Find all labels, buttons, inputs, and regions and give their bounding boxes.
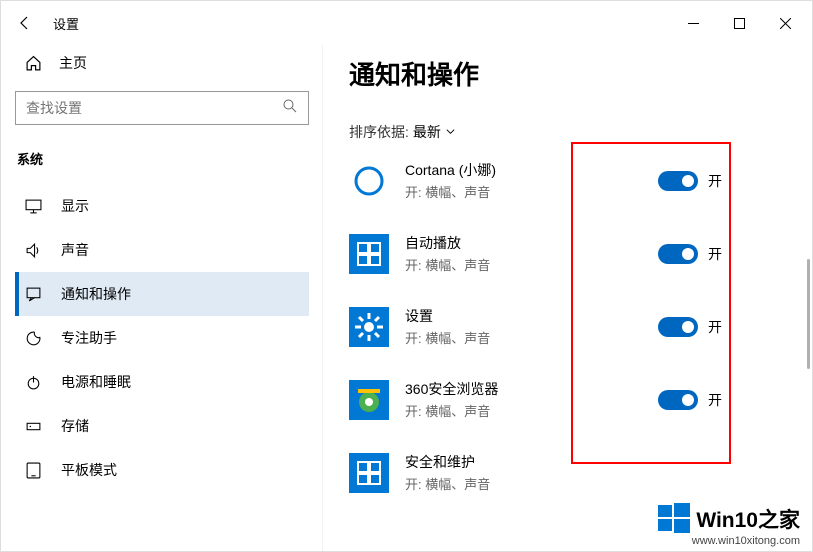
watermark-brand: Win10之家 [696, 504, 800, 534]
security-icon [349, 453, 389, 493]
app-sub: 开: 横幅、声音 [405, 255, 658, 274]
toggle-label: 开 [708, 244, 722, 264]
home-icon [23, 55, 43, 72]
storage-icon [23, 418, 43, 435]
page-heading: 通知和操作 [349, 55, 812, 92]
app-sub: 开: 横幅、声音 [405, 474, 812, 493]
focus-icon [23, 330, 43, 347]
nav-item-tablet[interactable]: 平板模式 [15, 448, 309, 492]
app-sub: 开: 横幅、声音 [405, 182, 658, 201]
app-name: Cortana (小娜) [405, 160, 658, 180]
autoplay-icon [349, 234, 389, 274]
toggle-switch[interactable] [658, 317, 698, 337]
scrollbar[interactable] [807, 259, 810, 369]
toggle-switch[interactable] [658, 171, 698, 191]
browser-360-icon [349, 380, 389, 420]
minimize-button[interactable] [670, 7, 716, 39]
sort-label: 排序依据: [349, 122, 409, 142]
app-row[interactable]: 设置 开: 横幅、声音 开 [349, 306, 812, 347]
notifications-icon [23, 286, 43, 303]
nav-item-notifications[interactable]: 通知和操作 [15, 272, 309, 316]
nav-label: 通知和操作 [61, 284, 131, 304]
nav-label: 声音 [61, 240, 89, 260]
maximize-button[interactable] [716, 7, 762, 39]
app-sub: 开: 横幅、声音 [405, 401, 658, 420]
watermark: Win10之家 www.win10xitong.com [658, 503, 800, 547]
toggle-label: 开 [708, 390, 722, 410]
app-row[interactable]: Cortana (小娜) 开: 横幅、声音 开 [349, 160, 812, 201]
nav-item-display[interactable]: 显示 [15, 184, 309, 228]
nav-label: 平板模式 [61, 460, 117, 480]
nav-label: 存储 [61, 416, 89, 436]
app-notifications-list: Cortana (小娜) 开: 横幅、声音 开 自动播放 开: 横幅、声音 [349, 160, 812, 493]
nav-item-focus[interactable]: 专注助手 [15, 316, 309, 360]
app-name: 360安全浏览器 [405, 379, 658, 399]
home-link[interactable]: 主页 [15, 45, 309, 81]
settings-icon [349, 307, 389, 347]
sound-icon [23, 242, 43, 259]
app-sub: 开: 横幅、声音 [405, 328, 658, 347]
nav-label: 显示 [61, 196, 89, 216]
nav-item-sound[interactable]: 声音 [15, 228, 309, 272]
app-name: 自动播放 [405, 233, 658, 253]
search-input[interactable] [26, 100, 282, 116]
display-icon [23, 198, 43, 215]
toggle-switch[interactable] [658, 244, 698, 264]
watermark-url: www.win10xitong.com [658, 535, 800, 547]
app-name: 安全和维护 [405, 452, 812, 472]
close-button[interactable] [762, 7, 808, 39]
back-button[interactable] [5, 3, 45, 43]
nav-item-power[interactable]: 电源和睡眠 [15, 360, 309, 404]
toggle-switch[interactable] [658, 390, 698, 410]
power-icon [23, 374, 43, 391]
toggle-label: 开 [708, 171, 722, 191]
sort-value: 最新 [413, 122, 441, 142]
sidebar-category: 系统 [15, 145, 309, 184]
toggle-label: 开 [708, 317, 722, 337]
tablet-icon [23, 462, 43, 479]
search-input-container[interactable] [15, 91, 309, 125]
nav-label: 专注助手 [61, 328, 117, 348]
main-content: 通知和操作 排序依据: 最新 Cortana (小娜) 开: 横幅、声音 开 [323, 45, 812, 551]
sidebar: 主页 系统 显示 声音 通知和操作 专注助手 电源和 [1, 45, 323, 551]
nav-label: 电源和睡眠 [61, 372, 131, 392]
app-row[interactable]: 360安全浏览器 开: 横幅、声音 开 [349, 379, 812, 420]
cortana-icon [349, 161, 389, 201]
app-name: 设置 [405, 306, 658, 326]
search-icon [282, 98, 298, 119]
home-label: 主页 [59, 53, 87, 73]
sort-control[interactable]: 排序依据: 最新 [349, 122, 812, 142]
nav-item-storage[interactable]: 存储 [15, 404, 309, 448]
chevron-down-icon [445, 124, 456, 140]
window-title: 设置 [53, 14, 79, 33]
app-row[interactable]: 安全和维护 开: 横幅、声音 [349, 452, 812, 493]
app-row[interactable]: 自动播放 开: 横幅、声音 开 [349, 233, 812, 274]
windows-logo-icon [658, 503, 690, 535]
